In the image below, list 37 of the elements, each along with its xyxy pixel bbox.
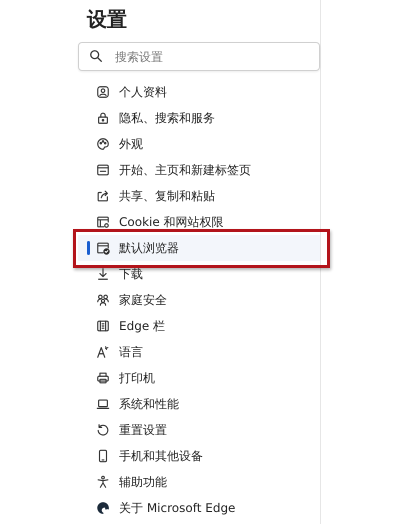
person-icon (96, 85, 110, 99)
settings-nav-item[interactable]: 重置设置 (78, 417, 320, 443)
settings-nav-item[interactable]: Edge 栏 (78, 313, 320, 339)
settings-nav-item[interactable]: 默认浏览器 (78, 235, 320, 261)
download-icon (96, 267, 110, 281)
swirl-icon (96, 501, 110, 515)
search-icon (89, 49, 103, 63)
settings-nav-item[interactable]: Cookie 和网站权限 (78, 209, 320, 235)
language-icon (96, 345, 110, 359)
settings-nav-item[interactable]: 开始、主页和新建标签页 (78, 157, 320, 183)
settings-nav-item[interactable]: 个人资料 (78, 79, 320, 105)
printer-icon (96, 371, 110, 385)
family-icon (96, 293, 110, 307)
settings-nav-item[interactable]: 手机和其他设备 (78, 443, 320, 469)
window-icon (96, 163, 110, 177)
lock-icon (96, 111, 110, 125)
window-gear-icon (96, 215, 110, 229)
settings-nav-item[interactable]: 打印机 (78, 365, 320, 391)
settings-nav-item[interactable]: 下载 (78, 261, 320, 287)
settings-nav-item[interactable]: 辅助功能 (78, 469, 320, 495)
settings-nav-item[interactable]: 关于 Microsoft Edge (78, 495, 320, 521)
search-field[interactable]: 搜索设置 (78, 42, 320, 71)
sidebar-icon (96, 319, 110, 333)
laptop-icon (96, 397, 110, 411)
reset-icon (96, 423, 110, 437)
settings-nav-item[interactable]: 隐私、搜索和服务 (78, 105, 320, 131)
settings-nav-item[interactable]: 系统和性能 (78, 391, 320, 417)
phone-icon (96, 449, 110, 463)
settings-nav-item[interactable]: 共享、复制和粘贴 (78, 183, 320, 209)
palette-icon (96, 137, 110, 151)
window-check-icon (96, 241, 110, 255)
settings-nav-item[interactable]: 家庭安全 (78, 287, 320, 313)
settings-nav-item[interactable]: 外观 (78, 131, 320, 157)
settings-nav-item[interactable]: 语言 (78, 339, 320, 365)
accessibility-icon (96, 475, 110, 489)
page-title: 设置 (87, 6, 128, 32)
share-icon (96, 189, 110, 203)
